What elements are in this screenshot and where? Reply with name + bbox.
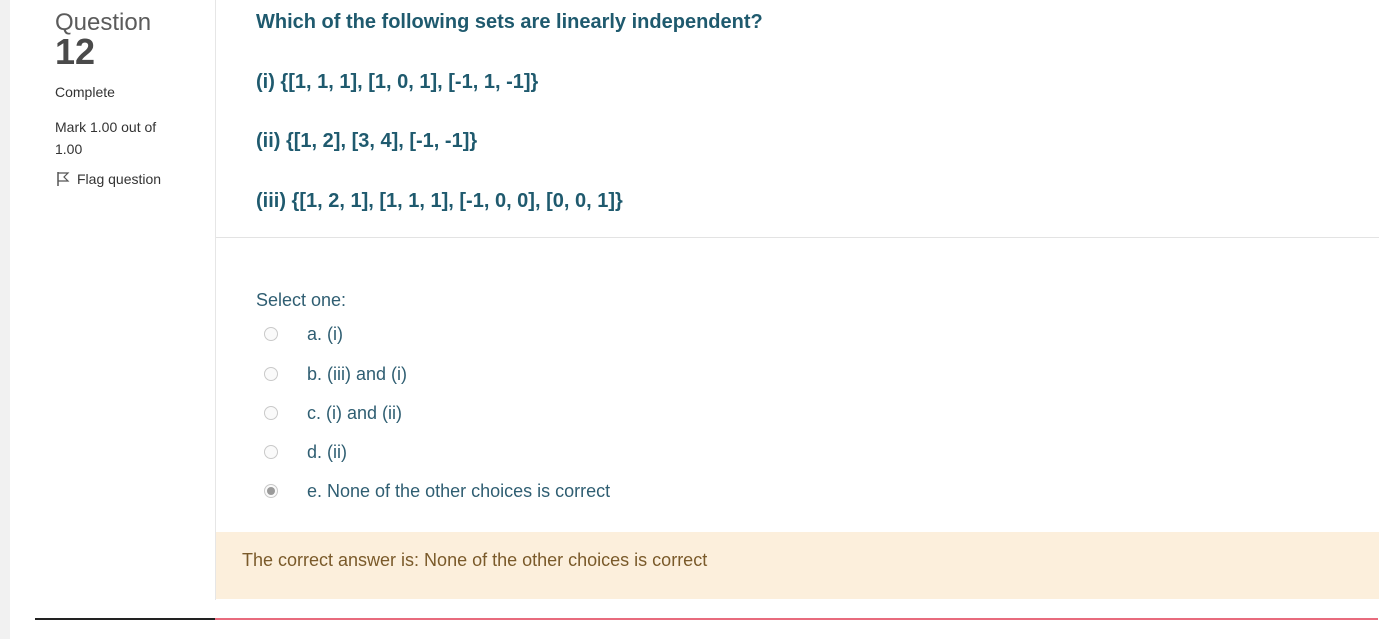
question-state: Complete: [55, 84, 115, 100]
question-number: 12: [55, 31, 96, 72]
question-info-panel: Question 12 Complete Mark 1.00 out of 1.…: [10, 0, 215, 620]
radio-icon[interactable]: [264, 406, 278, 420]
question-text: Which of the following sets are linearly…: [256, 0, 1379, 237]
flag-question-button[interactable]: Flag question: [55, 171, 161, 187]
question-item-iii: (iii) {[1, 2, 1], [1, 1, 1], [-1, 0, 0],…: [256, 190, 623, 212]
answer-option-c[interactable]: c. (i) and (ii): [256, 401, 402, 425]
bottom-rule-left: [35, 618, 215, 620]
answer-option-label: d. (ii): [307, 441, 347, 462]
answer-option-label: a. (i): [307, 323, 343, 344]
question-content: Which of the following sets are linearly…: [215, 0, 1379, 600]
answer-option-label: e. None of the other choices is correct: [307, 480, 611, 501]
page-gutter: [0, 0, 10, 639]
answer-option-b[interactable]: b. (iii) and (i): [256, 362, 407, 386]
question-prompt: Which of the following sets are linearly…: [256, 11, 763, 33]
radio-icon[interactable]: [264, 327, 278, 341]
answer-option-label: c. (i) and (ii): [307, 402, 403, 423]
quiz-page: Question 12 Complete Mark 1.00 out of 1.…: [0, 0, 1395, 639]
correct-answer-text: The correct answer is: None of the other…: [242, 550, 708, 570]
feedback-panel: The correct answer is: None of the other…: [216, 532, 1379, 599]
answer-option-e[interactable]: e. None of the other choices is correct: [256, 479, 610, 503]
question-grade: Mark 1.00 out of 1.00: [55, 119, 157, 157]
select-one-prompt: Select one:: [256, 290, 347, 310]
flag-icon: [57, 172, 70, 186]
flag-question-label: Flag question: [77, 171, 162, 187]
divider: [216, 237, 1379, 238]
question-item-ii: (ii) {[1, 2], [3, 4], [-1, -1]}: [256, 130, 478, 152]
radio-icon[interactable]: [264, 484, 278, 498]
answer-option-d[interactable]: d. (ii): [256, 440, 347, 464]
radio-icon[interactable]: [264, 367, 278, 381]
answer-option-label: b. (iii) and (i): [307, 363, 408, 384]
bottom-rule-right: [215, 618, 1378, 620]
radio-icon[interactable]: [264, 445, 278, 459]
question-item-i: (i) {[1, 1, 1], [1, 0, 1], [-1, 1, -1]}: [256, 71, 539, 93]
answer-option-a[interactable]: a. (i): [256, 322, 343, 346]
